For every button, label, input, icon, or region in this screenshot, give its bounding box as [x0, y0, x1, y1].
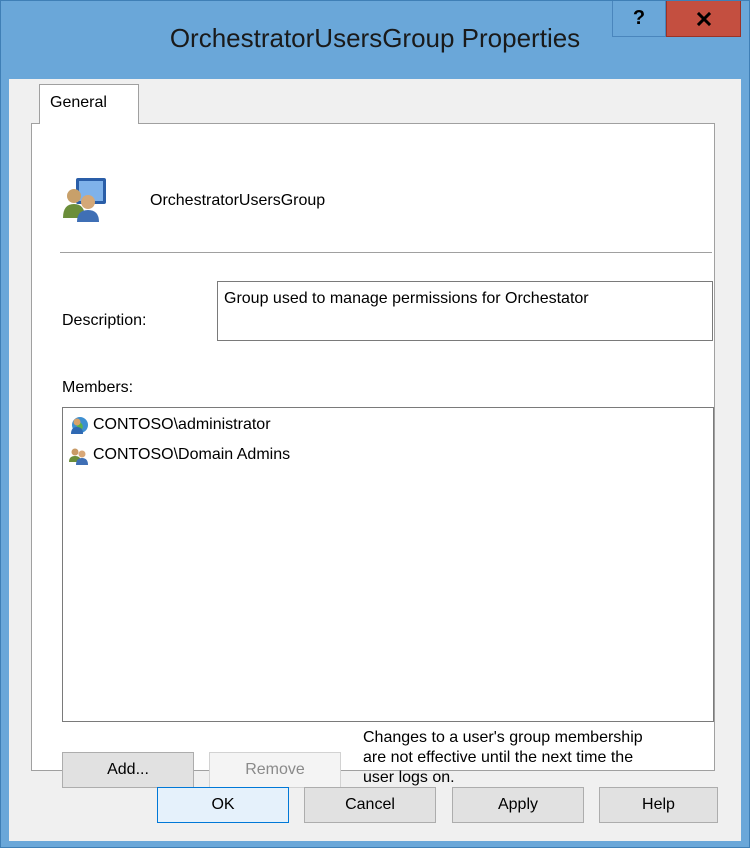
member-name: CONTOSO\Domain Admins [93, 446, 291, 463]
user-icon [71, 417, 88, 434]
note-line: Changes to a user's group membership [363, 729, 643, 746]
members-list[interactable]: CONTOSO\administrator CONTOSO\Domain Adm… [62, 407, 714, 722]
description-label: Description: [62, 312, 147, 329]
help-button[interactable]: Help [599, 787, 718, 823]
list-item[interactable]: CONTOSO\administrator [69, 412, 271, 438]
cancel-button[interactable]: Cancel [304, 787, 436, 823]
properties-dialog: OrchestratorUsersGroup Properties ? Gene… [0, 0, 750, 848]
title-bar[interactable]: OrchestratorUsersGroup Properties ? [1, 1, 749, 79]
tab-general[interactable]: General [39, 84, 139, 124]
general-panel: OrchestratorUsersGroup Description: Grou… [31, 123, 715, 788]
dialog-body: General OrchestratorUsersGroup Descripti… [9, 79, 741, 841]
remove-button[interactable]: Remove [209, 752, 341, 788]
add-button[interactable]: Add... [62, 752, 194, 788]
group-icon [69, 448, 88, 465]
apply-button[interactable]: Apply [452, 787, 584, 823]
ok-button[interactable]: OK [157, 787, 289, 823]
note-line: are not effective until the next time th… [363, 749, 634, 766]
separator [60, 252, 712, 253]
group-users-icon [63, 178, 106, 222]
members-label: Members: [62, 379, 134, 396]
description-field[interactable]: Group used to manage permissions for Orc… [217, 281, 713, 341]
close-button[interactable] [666, 1, 741, 37]
group-name: OrchestratorUsersGroup [150, 192, 326, 209]
close-icon [696, 11, 711, 26]
membership-note: Changes to a user's group membership are… [363, 728, 713, 788]
question-icon: ? [632, 7, 646, 29]
note-line: user logs on. [363, 769, 455, 786]
list-item[interactable]: CONTOSO\Domain Admins [69, 442, 290, 468]
help-title-button[interactable]: ? [612, 1, 666, 37]
member-name: CONTOSO\administrator [93, 416, 271, 433]
